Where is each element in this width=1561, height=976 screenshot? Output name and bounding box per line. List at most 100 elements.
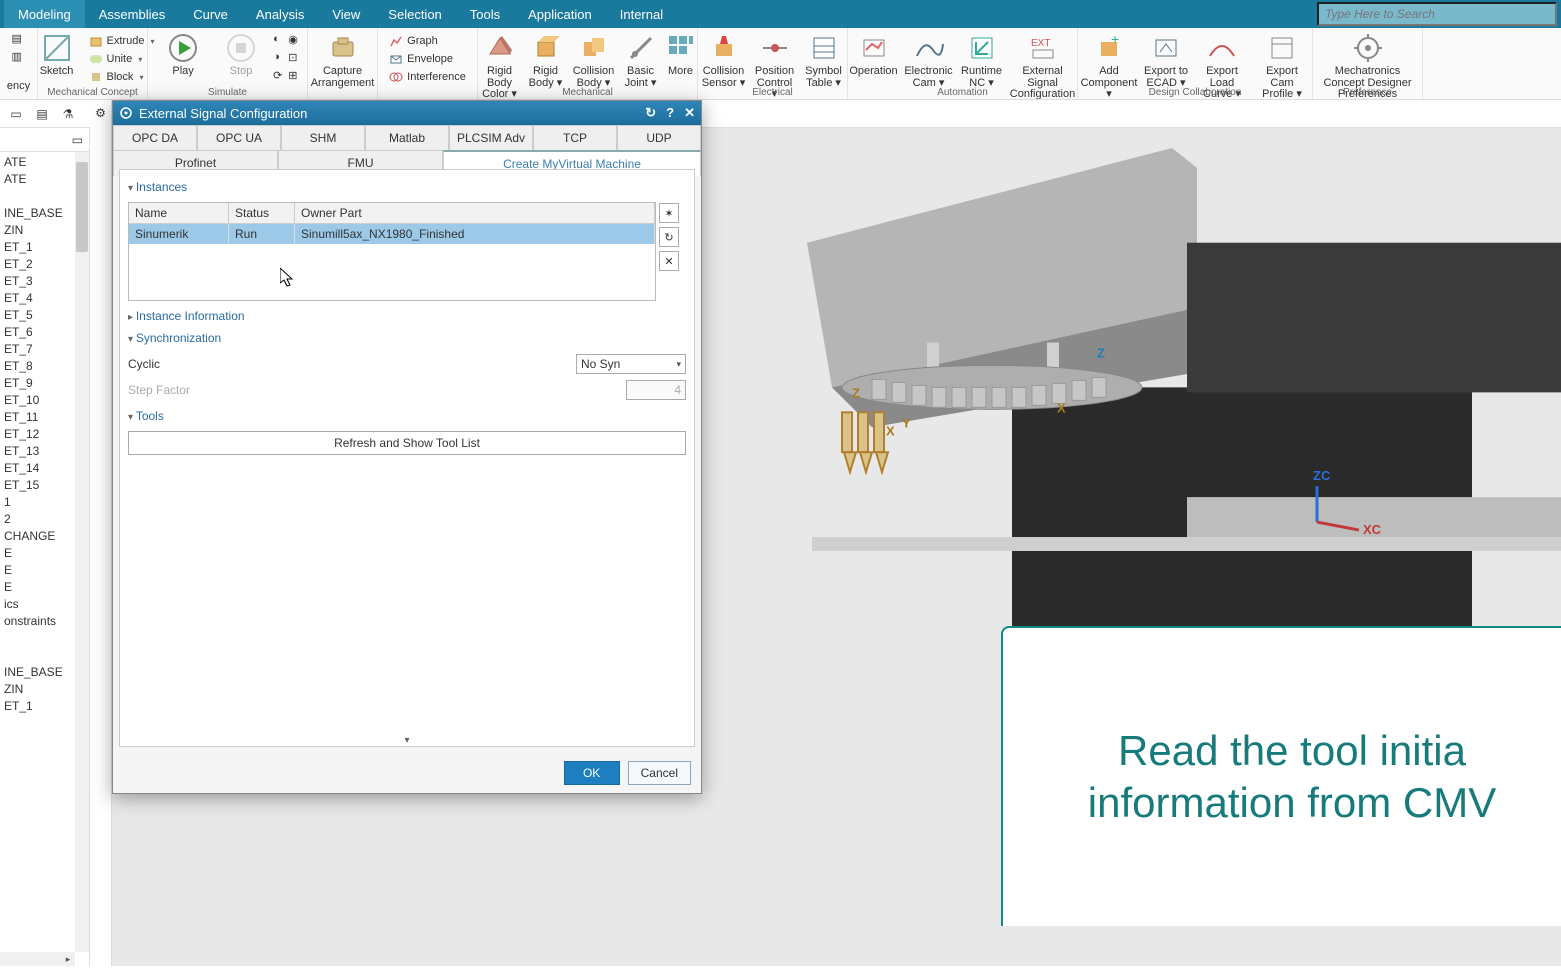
- sim-small-5[interactable]: ⊡: [286, 48, 300, 66]
- section-tools[interactable]: Tools: [128, 405, 686, 427]
- menu-analysis[interactable]: Analysis: [242, 0, 318, 28]
- menu-internal[interactable]: Internal: [606, 0, 677, 28]
- tree-item[interactable]: ET_14: [2, 460, 75, 477]
- quick-1[interactable]: ▭: [6, 104, 26, 124]
- tree-item[interactable]: ET_7: [2, 341, 75, 358]
- tree-item[interactable]: ET_3: [2, 273, 75, 290]
- menu-curve[interactable]: Curve: [179, 0, 242, 28]
- tree-item[interactable]: E: [2, 562, 75, 579]
- tree-item[interactable]: E: [2, 579, 75, 596]
- tab-plcsim[interactable]: PLCSIM Adv: [449, 125, 533, 150]
- tree-item[interactable]: [2, 647, 75, 664]
- col-status[interactable]: Status: [229, 203, 295, 223]
- tree-item[interactable]: ET_2: [2, 256, 75, 273]
- tree-item[interactable]: E: [2, 545, 75, 562]
- quick-filter-icon[interactable]: ⚗: [58, 104, 78, 124]
- stop-button[interactable]: Stop: [213, 30, 269, 84]
- tree-item[interactable]: ics: [2, 596, 75, 613]
- search-input[interactable]: [1317, 2, 1557, 26]
- dialog-help-icon[interactable]: ?: [666, 105, 674, 121]
- tree-item[interactable]: CHANGE: [2, 528, 75, 545]
- tab-udp[interactable]: UDP: [617, 125, 701, 150]
- section-synchronization[interactable]: Synchronization: [128, 327, 686, 349]
- tree-item[interactable]: ET_9: [2, 375, 75, 392]
- unite-button[interactable]: Unite: [87, 50, 157, 68]
- tree-item[interactable]: ET_15: [2, 477, 75, 494]
- ribbon-group-electrical: Electrical: [698, 87, 847, 98]
- tree-item[interactable]: ATE: [2, 171, 75, 188]
- tree-item[interactable]: ET_6: [2, 324, 75, 341]
- menu-selection[interactable]: Selection: [374, 0, 455, 28]
- sketch-button[interactable]: Sketch: [29, 30, 85, 86]
- tree-item[interactable]: ZIN: [2, 681, 75, 698]
- tree-item[interactable]: [2, 630, 75, 647]
- envelope-button[interactable]: Envelope: [387, 50, 468, 68]
- tree-item[interactable]: ET_1: [2, 698, 75, 715]
- tree-item[interactable]: onstraints: [2, 613, 75, 630]
- ribbon-small-a[interactable]: ▤: [10, 30, 28, 48]
- tree-item[interactable]: ET_12: [2, 426, 75, 443]
- sim-small-2[interactable]: ◑: [271, 48, 284, 66]
- ok-button[interactable]: OK: [564, 761, 620, 785]
- menu-application[interactable]: Application: [514, 0, 606, 28]
- tree-item[interactable]: ET_11: [2, 409, 75, 426]
- extrude-button[interactable]: Extrude: [87, 32, 157, 50]
- vtool-gear-icon[interactable]: ⚙: [95, 106, 106, 120]
- tree-item[interactable]: ET_4: [2, 290, 75, 307]
- tab-opc-da[interactable]: OPC DA: [113, 125, 197, 150]
- instance-delete-button[interactable]: ✕: [659, 251, 679, 271]
- tree-item[interactable]: ET_1: [2, 239, 75, 256]
- tree-scroll-thumb[interactable]: [76, 162, 88, 252]
- axis-y-label: Y: [902, 415, 911, 430]
- tree-item[interactable]: ET_8: [2, 358, 75, 375]
- tree-item[interactable]: ET_13: [2, 443, 75, 460]
- tab-tcp[interactable]: TCP: [533, 125, 617, 150]
- col-owner[interactable]: Owner Part: [295, 203, 655, 223]
- step-factor-spinner[interactable]: 4: [626, 380, 686, 400]
- menu-tools[interactable]: Tools: [456, 0, 514, 28]
- menu-modeling[interactable]: Modeling: [4, 0, 85, 28]
- tree-item[interactable]: 2: [2, 511, 75, 528]
- tree-hscrollbar[interactable]: ▸: [0, 952, 75, 966]
- dialog-reset-icon[interactable]: ↻: [645, 105, 656, 121]
- section-instances[interactable]: Instances: [128, 176, 686, 198]
- dialog-close-icon[interactable]: ✕: [684, 105, 695, 121]
- tree-item[interactable]: ET_5: [2, 307, 75, 324]
- section-instance-info[interactable]: Instance Information: [128, 305, 686, 327]
- ribbon-small-b[interactable]: ▥: [10, 48, 28, 66]
- tree-item[interactable]: ET_10: [2, 392, 75, 409]
- interference-button[interactable]: Interference: [387, 68, 468, 86]
- quick-2[interactable]: ▤: [32, 104, 52, 124]
- graph-button[interactable]: Graph: [387, 32, 468, 50]
- tree-item[interactable]: ZIN: [2, 222, 75, 239]
- menu-view[interactable]: View: [318, 0, 374, 28]
- menu-assemblies[interactable]: Assemblies: [85, 0, 179, 28]
- instance-refresh-button[interactable]: ↻: [659, 227, 679, 247]
- tree-vscrollbar[interactable]: [75, 152, 89, 952]
- tree-item[interactable]: ATE: [2, 154, 75, 171]
- play-button[interactable]: Play: [155, 30, 211, 84]
- tree-header-icon[interactable]: ▭: [72, 133, 83, 147]
- sim-small-6[interactable]: ⊞: [286, 66, 300, 84]
- tab-shm[interactable]: SHM: [281, 125, 365, 150]
- tab-matlab[interactable]: Matlab: [365, 125, 449, 150]
- refresh-tool-list-button[interactable]: Refresh and Show Tool List: [128, 431, 686, 455]
- tree-item[interactable]: INE_BASE: [2, 664, 75, 681]
- tree-hscroll-right[interactable]: ▸: [61, 954, 75, 965]
- block-button[interactable]: Block: [87, 68, 157, 86]
- cancel-button[interactable]: Cancel: [628, 761, 691, 785]
- sim-small-1[interactable]: ◐: [271, 30, 284, 48]
- instance-add-button[interactable]: ✶: [659, 203, 679, 223]
- expand-down-icon[interactable]: ▾: [128, 735, 686, 746]
- col-name[interactable]: Name: [129, 203, 229, 223]
- sim-small-3[interactable]: ⟳: [271, 66, 284, 84]
- cyclic-select[interactable]: No Syn: [576, 354, 686, 374]
- tab-opc-ua[interactable]: OPC UA: [197, 125, 281, 150]
- table-row[interactable]: Sinumerik Run Sinumill5ax_NX1980_Finishe…: [129, 224, 655, 244]
- sim-small-4[interactable]: ◉: [286, 30, 300, 48]
- tree-item[interactable]: 1: [2, 494, 75, 511]
- tree-item[interactable]: [2, 188, 75, 205]
- capture-button[interactable]: Capture Arrangement: [315, 30, 371, 89]
- tree-item[interactable]: INE_BASE: [2, 205, 75, 222]
- dialog-titlebar[interactable]: External Signal Configuration ↻ ? ✕: [113, 101, 701, 125]
